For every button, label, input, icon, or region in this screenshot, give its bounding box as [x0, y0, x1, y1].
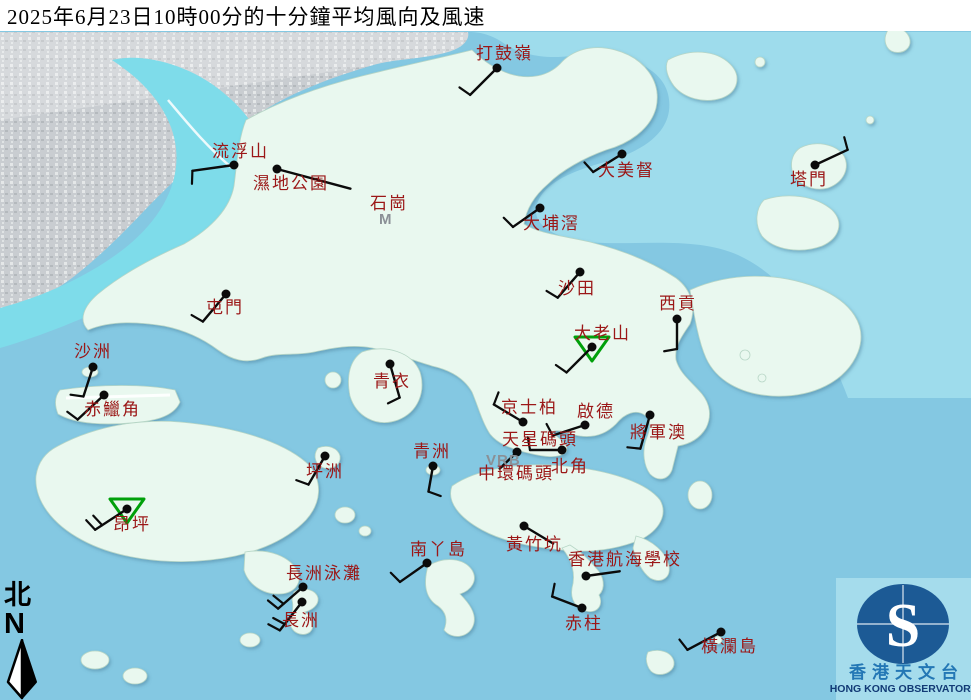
- hko-logo-emblem: S: [836, 578, 971, 668]
- title-bar: 2025年6月23日10時00分的十分鐘平均風向及風速: [0, 0, 971, 31]
- hko-logo-chinese: 香港天文台: [843, 664, 964, 681]
- north-indicator: 北 N: [4, 582, 46, 700]
- compass-needle-icon: [5, 639, 39, 700]
- map-title: 2025年6月23日10時00分的十分鐘平均風向及風速: [7, 1, 486, 31]
- wind-map-screen: 打鼓嶺流浮山濕地公園石崗M大美督塔門大埔滘沙田西貢大老山屯門沙洲赤鱲角青衣京士柏…: [0, 0, 971, 700]
- hong-kong-map: [0, 0, 971, 700]
- hko-logo-english: HONG KONG OBSERVATORY: [830, 684, 971, 695]
- north-letter-label: N: [4, 611, 25, 637]
- north-chinese-label: 北: [4, 582, 31, 609]
- svg-text:S: S: [886, 592, 920, 660]
- hko-logo: S 香港天文台 HONG KONG OBSERVATORY: [836, 578, 971, 700]
